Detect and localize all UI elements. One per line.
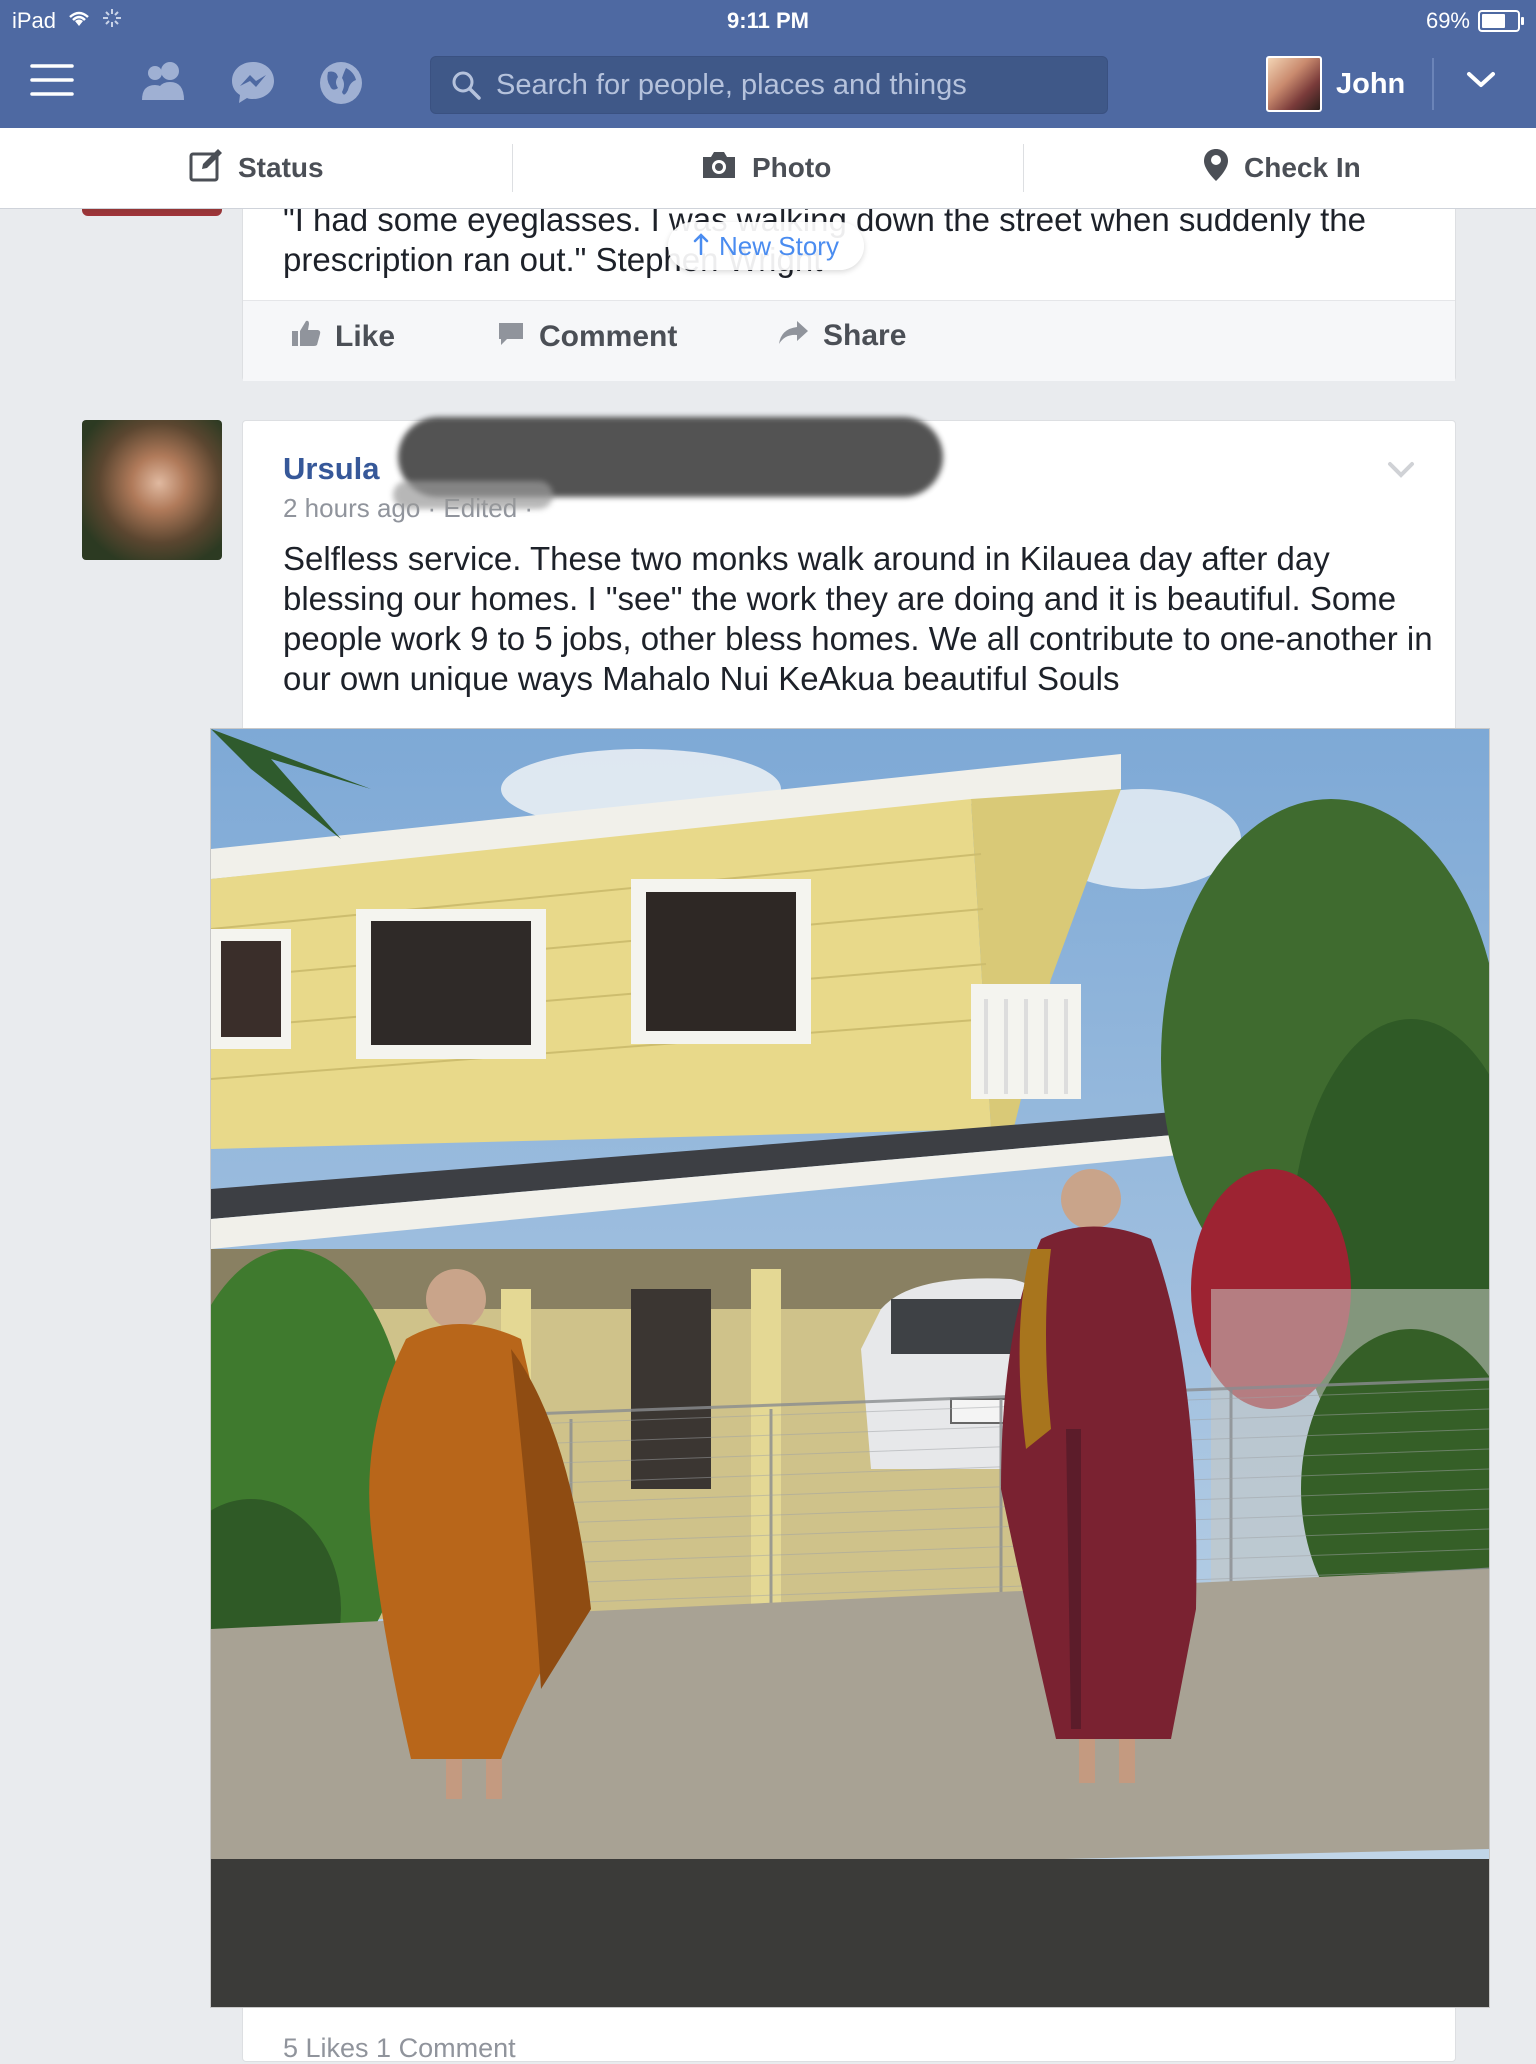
battery-percent: 69% bbox=[1425, 8, 1470, 33]
chevron-down-icon[interactable] bbox=[1466, 70, 1496, 95]
comment-icon bbox=[497, 319, 525, 355]
profile-button[interactable]: John bbox=[1266, 56, 1405, 112]
checkin-label: Check In bbox=[1244, 152, 1361, 183]
top-navigation-bar: iPad 9:11 PM 69% Search for people, plac… bbox=[0, 0, 1536, 128]
search-icon bbox=[451, 70, 481, 105]
comment-button[interactable]: Comment bbox=[497, 319, 677, 355]
search-bar[interactable]: Search for people, places and things bbox=[430, 56, 1108, 114]
post-author-name[interactable]: Ursula bbox=[283, 451, 379, 487]
user-name: John bbox=[1336, 67, 1406, 100]
status-label: Status bbox=[238, 152, 324, 183]
status-button[interactable]: Status bbox=[188, 128, 324, 208]
new-story-pill[interactable]: New Story bbox=[668, 222, 864, 270]
ios-status-bar: iPad 9:11 PM 69% bbox=[0, 0, 1536, 40]
post-author-avatar[interactable] bbox=[82, 420, 222, 560]
nav-divider bbox=[1432, 58, 1434, 110]
post-text: Selfless service. These two monks walk a… bbox=[283, 540, 1433, 697]
share-label: Share bbox=[823, 319, 907, 352]
camera-icon bbox=[700, 149, 738, 188]
messenger-icon[interactable] bbox=[230, 60, 276, 109]
like-button[interactable]: Like bbox=[291, 319, 395, 355]
comment-label: Comment bbox=[539, 320, 678, 353]
share-icon bbox=[777, 319, 809, 353]
arrow-up-icon bbox=[693, 231, 709, 262]
post-actions: Like Comment Share bbox=[243, 300, 1455, 381]
thumbs-up-icon bbox=[291, 319, 321, 355]
battery-icon bbox=[1478, 10, 1524, 32]
friends-icon[interactable] bbox=[140, 60, 190, 107]
status-right: 69% bbox=[1425, 8, 1524, 34]
composer-divider bbox=[512, 144, 513, 192]
search-placeholder: Search for people, places and things bbox=[496, 69, 967, 101]
location-pin-icon bbox=[1202, 147, 1230, 190]
like-label: Like bbox=[335, 320, 396, 353]
new-story-label: New Story bbox=[719, 230, 839, 261]
monks-house-photo bbox=[211, 729, 1489, 2007]
post-stats[interactable]: 5 Likes 1 Comment bbox=[283, 2033, 516, 2064]
share-button[interactable]: Share bbox=[777, 319, 906, 353]
menu-icon[interactable] bbox=[30, 60, 74, 105]
photo-label: Photo bbox=[752, 152, 832, 183]
composer-divider bbox=[1023, 144, 1024, 192]
post-options-chevron-icon[interactable] bbox=[1387, 461, 1415, 484]
globe-icon[interactable] bbox=[318, 60, 364, 111]
status-time: 9:11 PM bbox=[727, 8, 809, 33]
edit-icon bbox=[188, 147, 224, 190]
photo-button[interactable]: Photo bbox=[700, 128, 831, 208]
checkin-button[interactable]: Check In bbox=[1202, 128, 1361, 208]
redaction-scribble bbox=[393, 481, 553, 509]
composer-bar: Status Photo Check In bbox=[0, 128, 1536, 209]
user-avatar bbox=[1266, 56, 1322, 112]
post-photo[interactable] bbox=[210, 728, 1490, 2008]
